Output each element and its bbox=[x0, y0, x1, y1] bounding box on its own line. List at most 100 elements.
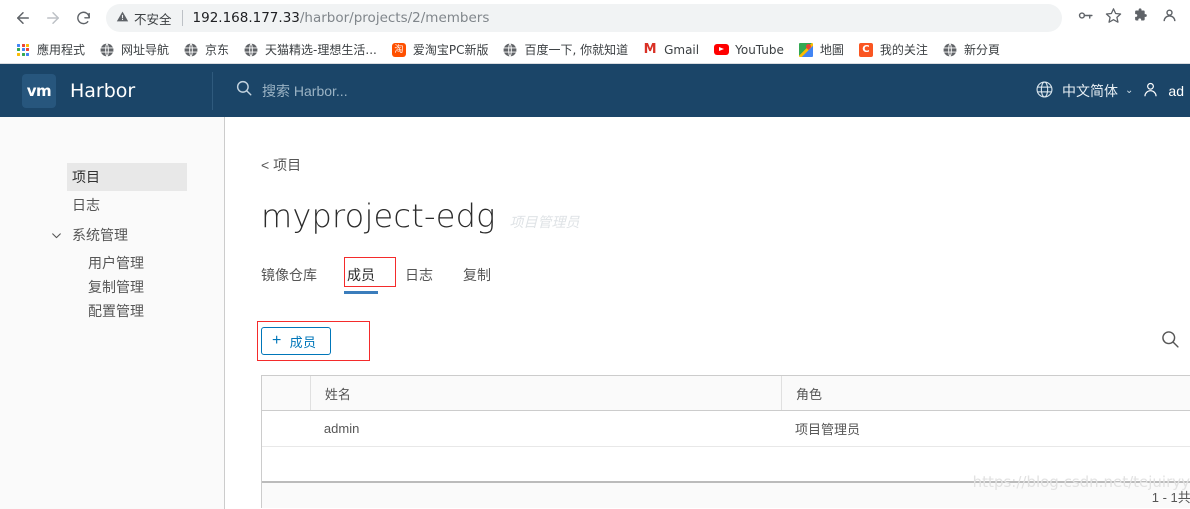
user-menu[interactable]: ad bbox=[1141, 80, 1184, 102]
sidebar-item-user-management[interactable]: 用户管理 bbox=[0, 251, 224, 275]
sidebar: 项目 日志 系统管理 用户管理 复制管理 配置管理 bbox=[0, 117, 225, 509]
bookmark-label: 京东 bbox=[205, 43, 230, 57]
reload-icon bbox=[75, 10, 92, 27]
gmail-icon-text: M bbox=[643, 42, 657, 57]
harbor-title: Harbor bbox=[70, 79, 136, 102]
youtube-icon bbox=[713, 42, 729, 58]
project-header: myproject-edg 项目管理员 bbox=[261, 197, 1190, 235]
table-header-role[interactable]: 角色 bbox=[780, 376, 1190, 410]
back-arrow-icon bbox=[14, 9, 32, 27]
bookmark-label: 百度一下, 你就知道 bbox=[524, 43, 629, 57]
bookmark-label: Gmail bbox=[664, 42, 700, 57]
taobao-icon-text: 淘 bbox=[391, 42, 406, 57]
reload-button[interactable] bbox=[68, 3, 98, 33]
csdn-icon: C bbox=[858, 42, 874, 58]
sidebar-item-configuration-management[interactable]: 配置管理 bbox=[0, 299, 224, 323]
sidebar-subitem-label: 配置管理 bbox=[88, 303, 144, 319]
bookmark-label: 地圖 bbox=[819, 43, 844, 57]
sidebar-group-administration[interactable]: 系统管理 bbox=[0, 219, 224, 251]
pagination-summary: 1 - 1共1 bbox=[1151, 490, 1190, 505]
bookmark-csdn[interactable]: C 我的关注 bbox=[851, 39, 935, 61]
bookmark-label: 爱淘宝PC新版 bbox=[412, 43, 489, 57]
project-tabs: 镜像仓库 成员 日志 复制 bbox=[261, 257, 1190, 294]
header-divider bbox=[212, 71, 213, 110]
user-icon bbox=[1141, 80, 1160, 102]
csdn-icon-text: C bbox=[858, 42, 873, 57]
bookmark-taobao[interactable]: 淘 爱淘宝PC新版 bbox=[384, 39, 496, 61]
gmail-icon: M bbox=[642, 42, 658, 58]
tab-replication[interactable]: 复制 bbox=[463, 265, 491, 294]
bookmark-label: 我的关注 bbox=[879, 43, 928, 57]
table-header-checkbox-cell bbox=[262, 376, 310, 410]
extensions-button[interactable] bbox=[1128, 5, 1154, 31]
sidebar-item-label: 项目 bbox=[72, 169, 100, 185]
sidebar-group-label: 系统管理 bbox=[72, 227, 128, 243]
forward-arrow-icon bbox=[44, 9, 62, 27]
tab-logs[interactable]: 日志 bbox=[405, 265, 433, 294]
tab-repositories[interactable]: 镜像仓库 bbox=[261, 265, 317, 294]
bookmark-label: 新分頁 bbox=[963, 43, 1000, 57]
harbor-app: vm Harbor 搜索 Harbor... 中文简体 ⌄ ad 项目 日志 系… bbox=[0, 64, 1190, 509]
bookmark-star-button[interactable] bbox=[1100, 5, 1126, 31]
add-member-button[interactable]: + 成员 bbox=[261, 327, 332, 355]
browser-toolbar: 不安全 192.168.177.33/harbor/projects/2/mem… bbox=[0, 0, 1190, 36]
harbor-search[interactable]: 搜索 Harbor... bbox=[235, 79, 1035, 102]
harbor-brand[interactable]: vm Harbor bbox=[0, 73, 212, 108]
bookmark-label: 天猫精选-理想生活... bbox=[265, 43, 377, 57]
grid-search-button[interactable] bbox=[1160, 329, 1180, 354]
warning-triangle-icon bbox=[116, 10, 129, 26]
forward-button[interactable] bbox=[38, 3, 68, 33]
cell-role: 项目管理员 bbox=[794, 422, 860, 437]
bookmark-baidu[interactable]: 百度一下, 你就知道 bbox=[495, 39, 635, 61]
globe-icon bbox=[1035, 80, 1054, 102]
search-icon bbox=[1160, 329, 1180, 354]
sidebar-subitem-label: 用户管理 bbox=[88, 255, 144, 271]
bookmark-site-nav[interactable]: 网址导航 bbox=[92, 39, 176, 61]
bookmark-gmail[interactable]: M Gmail bbox=[635, 39, 706, 61]
taobao-icon: 淘 bbox=[391, 42, 407, 58]
bookmark-label: 應用程式 bbox=[37, 43, 86, 57]
maps-icon bbox=[798, 42, 814, 58]
password-key-button[interactable] bbox=[1072, 5, 1098, 31]
app-body: 项目 日志 系统管理 用户管理 复制管理 配置管理 < 项目 myproject… bbox=[0, 117, 1190, 509]
sidebar-item-projects[interactable]: 项目 bbox=[67, 163, 187, 191]
sidebar-item-replication-management[interactable]: 复制管理 bbox=[0, 275, 224, 299]
tab-members[interactable]: 成员 bbox=[344, 265, 378, 294]
profile-button[interactable] bbox=[1156, 5, 1182, 31]
sidebar-item-label: 日志 bbox=[72, 197, 100, 213]
chevron-down-icon bbox=[50, 229, 66, 242]
toolbar-actions bbox=[1068, 5, 1182, 31]
sidebar-subitem-label: 复制管理 bbox=[88, 279, 144, 295]
bookmark-maps[interactable]: 地圖 bbox=[791, 39, 851, 61]
security-status[interactable]: 不安全 bbox=[116, 9, 172, 28]
breadcrumb[interactable]: < 项目 bbox=[261, 155, 1190, 175]
project-role-label: 项目管理员 bbox=[509, 214, 580, 230]
harbor-header: vm Harbor 搜索 Harbor... 中文简体 ⌄ ad bbox=[0, 64, 1190, 117]
url-text: 192.168.177.33/harbor/projects/2/members bbox=[193, 10, 490, 26]
row-checkbox-cell[interactable] bbox=[262, 411, 310, 446]
omnibox-divider bbox=[181, 10, 183, 26]
key-icon bbox=[1077, 7, 1094, 29]
globe-icon bbox=[502, 42, 518, 58]
bookmark-newtab[interactable]: 新分頁 bbox=[935, 39, 1007, 61]
language-selector[interactable]: 中文简体 ⌄ bbox=[1035, 80, 1133, 102]
bookmark-jd[interactable]: 京东 bbox=[176, 39, 236, 61]
harbor-header-actions: 中文简体 ⌄ ad bbox=[1035, 80, 1190, 102]
bookmarks-bar: 應用程式 网址导航 京东 天猫精选-理想生活... 淘 爱淘宝PC新版 百度一下… bbox=[0, 36, 1190, 64]
bookmark-label: YouTube bbox=[735, 42, 784, 57]
globe-icon bbox=[243, 42, 259, 58]
add-member-label: 成员 bbox=[289, 334, 317, 350]
table-row[interactable]: admin 项目管理员 bbox=[262, 411, 1190, 447]
cell-name: admin bbox=[323, 421, 360, 436]
sidebar-item-logs[interactable]: 日志 bbox=[0, 191, 224, 219]
bookmark-youtube[interactable]: YouTube bbox=[706, 39, 791, 61]
url-path: /harbor/projects/2/members bbox=[299, 10, 490, 26]
bookmark-tmall[interactable]: 天猫精选-理想生活... bbox=[236, 39, 384, 61]
globe-icon bbox=[99, 42, 115, 58]
table-header-name[interactable]: 姓名 bbox=[309, 376, 781, 410]
avatar-icon bbox=[1161, 7, 1178, 29]
address-bar[interactable]: 不安全 192.168.177.33/harbor/projects/2/mem… bbox=[106, 4, 1062, 32]
bookmark-apps[interactable]: 應用程式 bbox=[8, 39, 92, 61]
back-button[interactable] bbox=[8, 3, 38, 33]
puzzle-icon bbox=[1133, 7, 1150, 29]
